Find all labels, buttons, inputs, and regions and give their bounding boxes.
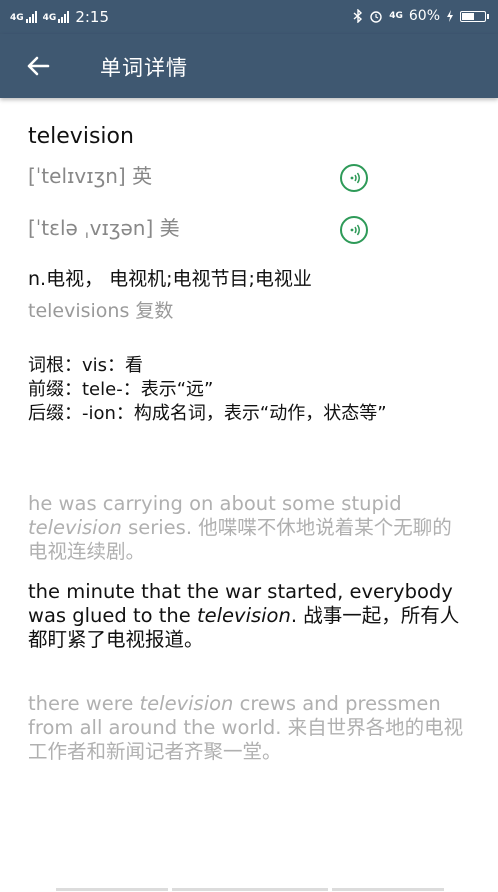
status-bar: 4G 4G 2:15 4G 60%	[0, 0, 498, 34]
etymology-prefix: 前缀：tele-：表示“远”	[28, 379, 214, 400]
network-type-2: 4G	[42, 13, 57, 23]
example-keyword: television	[139, 692, 234, 715]
back-arrow-icon[interactable]	[24, 52, 52, 80]
network-type-3: 4G	[389, 11, 403, 21]
example-sentence[interactable]: he was carrying on about some stupid tel…	[28, 492, 468, 564]
battery-percent: 60%	[408, 8, 440, 24]
signal-bars-icon	[25, 11, 37, 23]
battery-icon	[460, 10, 489, 22]
speaker-icon	[350, 172, 360, 184]
network-type-1: 4G	[10, 13, 24, 23]
etymology-suffix: 后缀：-ion：构成名词，表示“动作，状态等”	[28, 403, 387, 424]
signal-bars-icon	[58, 11, 70, 23]
uk-pronounce-button[interactable]	[340, 164, 368, 192]
signal-1: 4G	[10, 11, 37, 23]
charging-icon	[447, 10, 453, 22]
clock: 2:15	[75, 8, 109, 26]
us-pronounce-button[interactable]	[340, 216, 368, 244]
speaker-icon	[350, 224, 360, 236]
bluetooth-icon	[353, 9, 363, 23]
plural-form: televisions 复数	[28, 300, 174, 322]
example-keyword: television	[28, 516, 122, 539]
example-keyword: television	[196, 604, 291, 627]
battery-fill	[462, 12, 474, 20]
us-phonetic: [ˈtɛlə ˌvɪʒən] 美	[28, 216, 180, 240]
uk-phonetic: [ˈtelɪvɪʒn] 英	[28, 164, 153, 188]
page-title: 单词详情	[100, 56, 188, 80]
example-text: he was carrying on about some stupid	[28, 492, 402, 515]
signal-2: 4G	[43, 11, 70, 23]
etymology: 词根：vis：看 前缀：tele-：表示“远” 后缀：-ion：构成名词，表示“…	[28, 354, 468, 426]
example-sentence[interactable]: the minute that the war started, everybo…	[28, 580, 468, 652]
example-text: there were	[28, 692, 140, 715]
bottom-divider	[56, 888, 444, 891]
headword: television	[28, 124, 134, 149]
app-bar: 单词详情	[0, 34, 498, 98]
definition: n.电视， 电视机;电视节目;电视业	[28, 268, 312, 290]
etymology-root: 词根：vis：看	[28, 355, 144, 376]
alarm-icon	[370, 11, 382, 23]
example-sentence[interactable]: there were television crews and pressmen…	[28, 692, 468, 764]
